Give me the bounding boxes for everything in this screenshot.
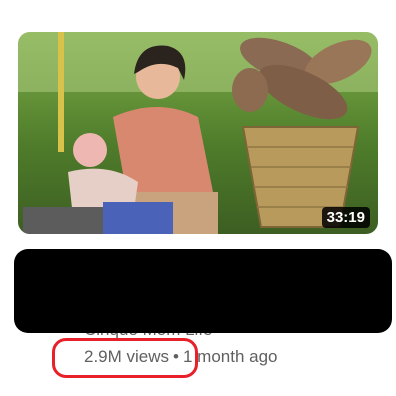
thumbnail-image [18,32,378,234]
redaction-block [14,249,392,333]
highlight-annotation [52,338,198,378]
video-thumbnail[interactable]: 33:19 [18,32,378,234]
duration-badge: 33:19 [321,207,370,228]
